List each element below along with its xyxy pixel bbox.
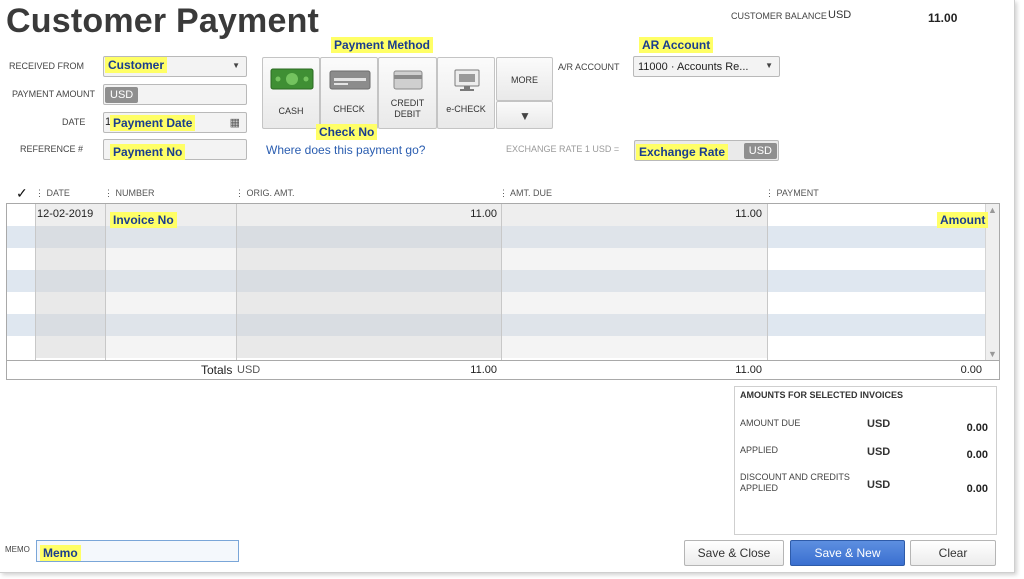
ar-account-value: 11000 · Accounts Re... (638, 61, 749, 73)
column-header-orig-amt: ⋮ ORIG. AMT. (235, 188, 295, 198)
cash-label: CASH (278, 106, 304, 116)
reference-label: REFERENCE # (20, 144, 84, 154)
where-does-payment-go-link[interactable]: Where does this payment go? (266, 143, 425, 157)
annotation-customer: Customer (105, 57, 168, 73)
column-header-orig-amt-label: ORIG. AMT. (246, 188, 295, 198)
annotation-payment-method: Payment Method (331, 37, 434, 53)
payment-amount-label: PAYMENT AMOUNT (12, 89, 96, 99)
summary-amount-due-label: AMOUNT DUE (740, 418, 801, 428)
chevron-down-icon: ▼ (765, 61, 773, 70)
annotation-invoice-no: Invoice No (110, 212, 177, 228)
cash-button[interactable]: CASH (262, 57, 320, 129)
triangle-down-icon: ▼ (519, 109, 531, 123)
cash-icon (270, 68, 314, 90)
totals-currency: USD (237, 364, 261, 376)
column-header-date-label: DATE (46, 188, 70, 198)
table-row[interactable] (7, 270, 987, 292)
table-row[interactable] (7, 336, 987, 358)
memo-label: MEMO (5, 545, 30, 554)
summary-applied-value: 0.00 (966, 449, 988, 461)
summary-discount-currency: USD (867, 479, 891, 491)
totals-orig: 11.00 (470, 364, 497, 376)
date-label: DATE (62, 117, 86, 127)
save-new-button[interactable]: Save & New (790, 540, 905, 566)
scroll-down-icon[interactable]: ▼ (988, 349, 997, 359)
payment-amount-field[interactable]: USD (103, 84, 247, 105)
select-all-checkmark[interactable]: ✓ (16, 185, 28, 202)
column-header-amt-due: ⋮ AMT. DUE (499, 188, 553, 198)
table-row[interactable] (7, 314, 987, 336)
ar-account-label: A/R ACCOUNT (558, 62, 620, 72)
more-label: MORE (511, 75, 538, 85)
echeck-button[interactable]: e-CHECK (437, 57, 495, 129)
totals-label: Totals (201, 363, 233, 377)
annotation-payment-no: Payment No (110, 144, 186, 160)
totals-due: 11.00 (735, 364, 762, 376)
annotation-memo: Memo (40, 545, 81, 561)
summary-applied-currency: USD (867, 446, 891, 458)
save-close-button[interactable]: Save & Close (684, 540, 784, 566)
column-header-amt-due-label: AMT. DUE (510, 188, 553, 198)
more-button[interactable]: MORE (496, 57, 553, 101)
summary-panel: AMOUNT DUE USD 0.00 APPLIED USD 0.00 DIS… (734, 386, 997, 535)
check-label: CHECK (333, 104, 365, 114)
annotation-check-no: Check No (316, 124, 378, 140)
calendar-icon[interactable]: ▦ (230, 116, 240, 129)
annotation-exchange-rate: Exchange Rate (636, 144, 729, 160)
column-header-payment-label: PAYMENT (776, 188, 819, 198)
page-title: Customer Payment (6, 2, 320, 40)
credit-debit-label: CREDIT DEBIT (390, 98, 425, 119)
received-from-label: RECEIVED FROM (9, 61, 85, 71)
exchange-rate-currency: USD (743, 143, 777, 159)
check-icon (329, 70, 371, 90)
table-row[interactable] (7, 292, 987, 314)
check-button[interactable]: CHECK (320, 57, 378, 129)
annotation-amount: Amount (937, 212, 989, 228)
row-date: 12-02-2019 (37, 208, 94, 220)
annotation-payment-date: Payment Date (110, 115, 196, 131)
table-row[interactable] (7, 248, 987, 270)
column-header-payment: ⋮ PAYMENT (765, 188, 819, 198)
column-header-number-label: NUMBER (115, 188, 155, 198)
row-amt-due: 11.00 (735, 208, 762, 220)
column-header-number: ⋮ NUMBER (104, 188, 155, 198)
summary-discount-label: DISCOUNT AND CREDITS APPLIED (740, 472, 850, 493)
summary-discount-value: 0.00 (966, 483, 988, 495)
ar-account-dropdown[interactable]: 11000 · Accounts Re... ▼ (633, 56, 780, 77)
payment-amount-currency: USD (105, 87, 139, 103)
scroll-up-icon[interactable]: ▲ (988, 205, 997, 215)
credit-card-icon (393, 70, 423, 90)
totals-row: Totals USD 11.00 11.00 0.00 (6, 361, 1000, 380)
summary-amount-due-value: 0.00 (966, 422, 988, 434)
echeck-label: e-CHECK (446, 104, 486, 114)
customer-balance-label: CUSTOMER BALANCE (731, 11, 827, 21)
customer-balance-currency: USD (828, 9, 852, 21)
summary-amount-due-currency: USD (867, 418, 891, 430)
customer-balance-value: 11.00 (928, 11, 958, 25)
customer-payment-window: Customer Payment CUSTOMER BALANCE USD 11… (0, 0, 1015, 573)
clear-button[interactable]: Clear (910, 540, 996, 566)
column-header-date: ⋮ DATE (35, 188, 70, 198)
exchange-rate-label: EXCHANGE RATE 1 USD = (506, 144, 620, 154)
more-dropdown-button[interactable]: ▼ (496, 101, 553, 129)
row-orig-amt: 11.00 (470, 208, 497, 220)
totals-payment: 0.00 (960, 364, 982, 376)
chevron-down-icon: ▼ (232, 61, 240, 70)
annotation-ar-account: AR Account (639, 37, 714, 53)
monitor-icon (454, 69, 480, 91)
table-row[interactable] (7, 226, 987, 248)
summary-applied-label: APPLIED (740, 445, 779, 455)
credit-debit-button[interactable]: CREDIT DEBIT (378, 57, 437, 129)
